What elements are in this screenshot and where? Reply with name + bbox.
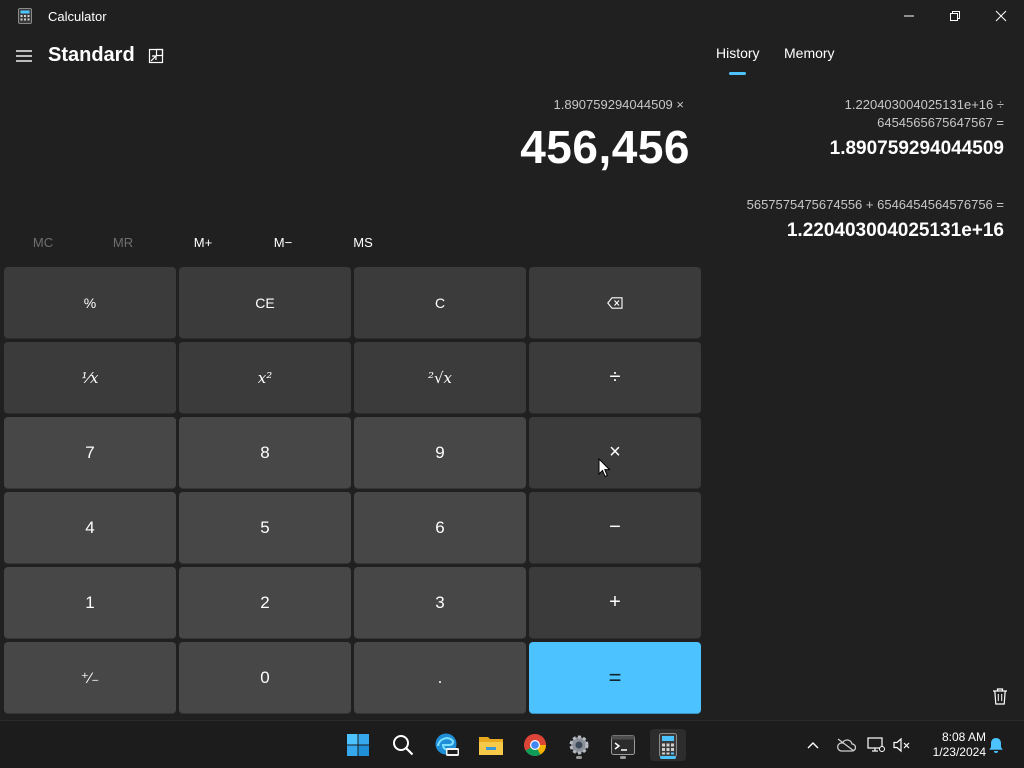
file-explorer-button[interactable] — [475, 729, 507, 761]
history-expression: 1.220403004025131e+16 ÷ — [844, 97, 1004, 112]
volume-button[interactable] — [892, 735, 912, 755]
chevron-up-icon — [807, 742, 819, 749]
settings-button[interactable] — [563, 729, 595, 761]
digit-3-button[interactable]: 3 — [354, 567, 526, 639]
volume-muted-icon — [893, 737, 910, 753]
square-root-button[interactable]: ²√x — [354, 342, 526, 414]
mouse-cursor-icon — [598, 458, 611, 478]
square-label: x² — [257, 368, 273, 387]
keep-on-top-icon — [148, 48, 164, 64]
history-item[interactable]: 1.220403004025131e+16 ÷ 6454565675647567… — [830, 96, 1004, 160]
calculator-icon — [18, 8, 32, 24]
window-title: Calculator — [48, 9, 107, 24]
tab-history[interactable]: History — [716, 45, 760, 61]
minimize-button[interactable] — [886, 0, 932, 32]
clear-entry-button[interactable]: CE — [179, 267, 351, 339]
bell-icon — [989, 737, 1003, 753]
chrome-button[interactable] — [519, 729, 551, 761]
clock-time: 8:08 AM — [941, 730, 986, 744]
history-expression: 6454565675647567 = — [877, 115, 1004, 130]
close-button[interactable] — [978, 0, 1024, 32]
result-display: 456,456 — [520, 121, 690, 173]
mode-title: Standard — [48, 44, 135, 66]
clear-button[interactable]: C — [354, 267, 526, 339]
digit-5-button[interactable]: 5 — [179, 492, 351, 564]
cloud-offline-icon — [837, 738, 856, 752]
restore-icon — [950, 11, 960, 21]
clock-date: 1/23/2024 — [932, 745, 986, 759]
digit-8-button[interactable]: 8 — [179, 417, 351, 489]
close-icon — [995, 10, 1007, 22]
running-indicator — [576, 756, 582, 759]
digit-2-button[interactable]: 2 — [179, 567, 351, 639]
square-root-label: ²√x — [427, 368, 453, 387]
percent-button[interactable]: % — [4, 267, 176, 339]
start-button[interactable] — [342, 729, 374, 761]
memory-recall-button[interactable]: MR — [83, 228, 163, 256]
memory-subtract-button[interactable]: M− — [243, 228, 323, 256]
history-expression: 5657575475674556 + 6546454564576756 = — [746, 197, 1004, 212]
digit-9-button[interactable]: 9 — [354, 417, 526, 489]
network-button[interactable] — [866, 735, 886, 755]
digit-6-button[interactable]: 6 — [354, 492, 526, 564]
reciprocal-button[interactable]: ⅟x — [4, 342, 176, 414]
subtract-button[interactable]: − — [529, 492, 701, 564]
terminal-button[interactable] — [607, 729, 639, 761]
digit-0-button[interactable]: 0 — [179, 642, 351, 714]
title-bar: Calculator — [0, 0, 1024, 32]
chrome-icon — [524, 734, 546, 756]
navigation-menu-button[interactable] — [12, 44, 36, 68]
search-icon — [393, 735, 414, 756]
file-explorer-icon — [479, 737, 503, 755]
backspace-icon — [607, 296, 623, 309]
notifications-button[interactable] — [986, 735, 1006, 755]
active-tab-indicator — [729, 72, 746, 75]
show-hidden-icons-button[interactable] — [803, 735, 823, 755]
terminal-icon — [611, 735, 635, 755]
restore-button[interactable] — [932, 0, 978, 32]
history-item[interactable]: 5657575475674556 + 6546454564576756 = 1.… — [747, 196, 1004, 242]
keep-on-top-button[interactable] — [144, 44, 168, 68]
windows-start-icon — [347, 734, 369, 756]
expression-display: 1.890759294044509 × — [553, 97, 685, 112]
memory-clear-button[interactable]: MC — [3, 228, 83, 256]
onedrive-button[interactable] — [834, 735, 858, 755]
memory-controls: MC MR M+ M− MS — [0, 228, 404, 256]
taskbar: 8:08 AM 1/23/2024 — [0, 720, 1024, 768]
edge-beta-button[interactable] — [431, 729, 463, 761]
clear-history-button[interactable] — [990, 686, 1010, 706]
square-button[interactable]: x² — [179, 342, 351, 414]
search-button[interactable] — [387, 729, 419, 761]
digit-4-button[interactable]: 4 — [4, 492, 176, 564]
clock[interactable]: 8:08 AM 1/23/2024 — [920, 730, 986, 760]
reciprocal-label: ⅟x — [81, 368, 99, 387]
digit-7-button[interactable]: 7 — [4, 417, 176, 489]
running-indicator — [620, 756, 626, 759]
history-result: 1.890759294044509 — [829, 138, 1004, 159]
backspace-button[interactable] — [529, 267, 701, 339]
hamburger-icon — [16, 50, 32, 62]
minimize-icon — [904, 15, 914, 17]
negate-button[interactable]: ⁺∕₋ — [4, 642, 176, 714]
trash-icon — [993, 687, 1007, 705]
calculator-icon — [659, 733, 677, 757]
equals-button[interactable]: = — [529, 642, 701, 714]
tab-memory[interactable]: Memory — [784, 45, 835, 61]
history-result: 1.220403004025131e+16 — [786, 220, 1004, 241]
decimal-button[interactable]: . — [354, 642, 526, 714]
memory-store-button[interactable]: MS — [323, 228, 403, 256]
calculator-taskbar-button[interactable] — [650, 729, 686, 761]
add-button[interactable]: + — [529, 567, 701, 639]
keypad: % CE C ⅟x x² ²√x ÷ 7 8 9 × 4 5 6 − 1 2 3… — [4, 267, 701, 716]
active-app-indicator — [660, 756, 676, 759]
divide-button[interactable]: ÷ — [529, 342, 701, 414]
settings-icon — [569, 735, 589, 755]
edge-beta-icon — [435, 733, 459, 756]
digit-1-button[interactable]: 1 — [4, 567, 176, 639]
multiply-button[interactable]: × — [529, 417, 701, 489]
network-icon — [867, 737, 885, 752]
memory-add-button[interactable]: M+ — [163, 228, 243, 256]
